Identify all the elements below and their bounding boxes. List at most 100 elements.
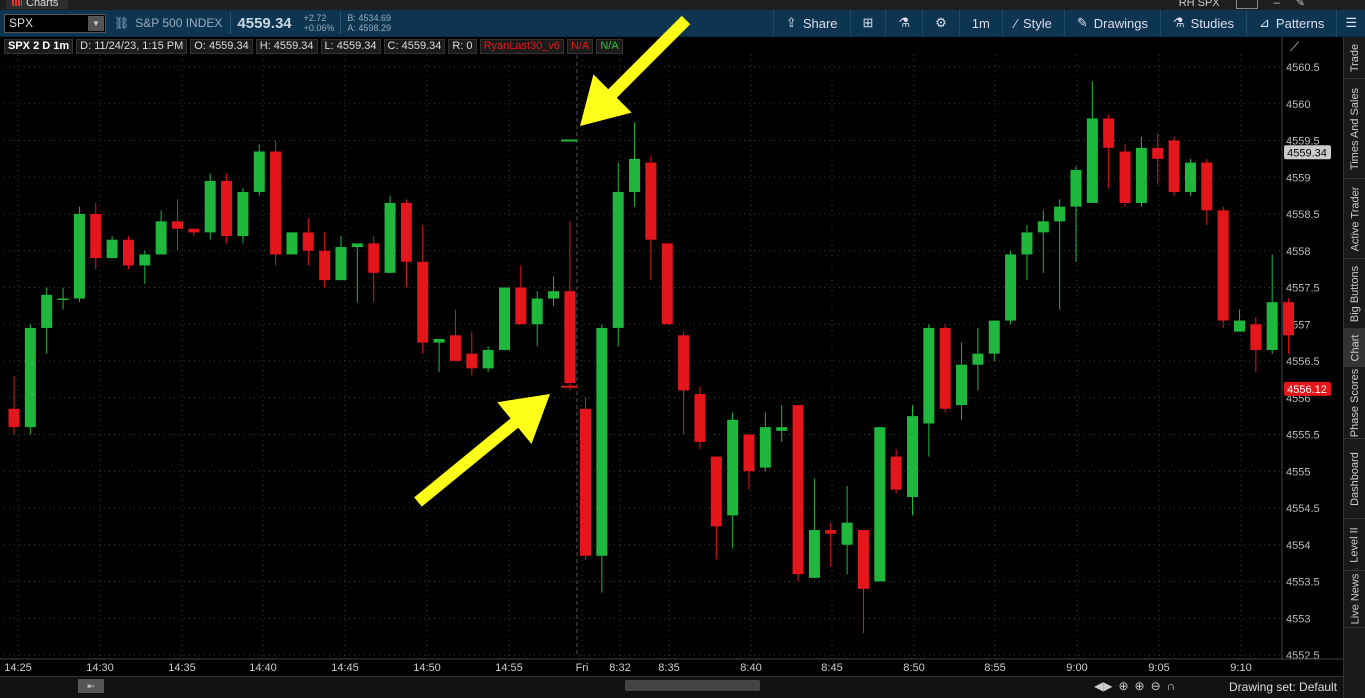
y-tick-label: 4553.5 <box>1286 577 1320 589</box>
candle-body <box>482 349 494 369</box>
candle-body <box>956 364 968 406</box>
candle-body <box>564 291 576 384</box>
y-tick-label: 4555.5 <box>1286 430 1320 442</box>
candle-body <box>1005 254 1017 321</box>
x-tick-label: 8:55 <box>984 662 1005 674</box>
scroll-to-start-button[interactable]: ⇤ <box>78 679 104 693</box>
candle-body <box>8 408 20 428</box>
x-tick-label: 14:50 <box>413 662 441 674</box>
tab-active-trader[interactable]: Active Trader <box>1344 179 1365 259</box>
chart-bottom-bar: ⇤ ◀▶ ⊕ ⊕ ⊖ ∩ Drawing set: Default <box>0 676 1343 698</box>
candle-body <box>57 298 69 301</box>
candle-body <box>907 416 918 497</box>
candle-body <box>792 405 804 575</box>
bar-range: R: 0 <box>448 38 477 54</box>
y-tick-label: 4558 <box>1286 246 1310 258</box>
bar-high: H: 4559.34 <box>255 38 318 54</box>
candle-body <box>694 394 706 442</box>
menu-icon: ☰ <box>1345 15 1357 30</box>
candle-body <box>1201 162 1213 211</box>
zoom-tools: ◀▶ ⊕ ⊕ ⊖ ∩ <box>1094 679 1175 693</box>
candle-body <box>1234 320 1245 332</box>
tab-label: Trade <box>1349 43 1362 72</box>
tab-live-news[interactable]: Live News <box>1344 571 1365 628</box>
study-name[interactable]: RyanLast30_v6 <box>479 38 565 54</box>
y-tick-label: 4557.5 <box>1286 283 1320 295</box>
candle-body <box>466 353 478 369</box>
tab-dashboard[interactable]: Dashboard <box>1344 439 1365 519</box>
study-value-1: N/A <box>567 38 594 54</box>
y-tick-label: 4559 <box>1286 172 1310 184</box>
candle-body <box>1217 210 1229 321</box>
candle-body <box>302 232 314 251</box>
candle-body <box>988 320 1000 354</box>
candle-body <box>531 298 543 325</box>
horizontal-scrollbar[interactable] <box>625 680 760 691</box>
y-tick-label: 4555 <box>1286 466 1310 478</box>
candle-body <box>499 287 510 350</box>
candle-body <box>727 419 739 516</box>
tab-trade[interactable]: Trade <box>1344 37 1365 79</box>
tab-chart[interactable]: Chart <box>1344 329 1365 367</box>
tab-label: Active Trader <box>1349 186 1361 251</box>
candle-body <box>319 250 331 281</box>
candle-body <box>1037 221 1049 233</box>
drawing-set-label[interactable]: Drawing set: Default <box>1229 680 1337 694</box>
candle-body <box>449 335 461 361</box>
tab-times-and-sales[interactable]: Times And Sales <box>1344 79 1365 179</box>
price-chart[interactable]: 4552.5 4553 4553.5 4554 4554.5 4555 4555.5 4556… <box>0 0 1343 676</box>
x-tick-label: 8:32 <box>609 662 630 674</box>
tab-label: Live News <box>1349 573 1361 625</box>
right-side-tabs: Trade Times And Sales Active Trader Big But… <box>1343 37 1365 698</box>
x-tick-label: Fri <box>576 662 589 674</box>
candle-body <box>270 151 282 255</box>
tab-phase-scores[interactable]: Phase Scores <box>1344 367 1365 439</box>
expand-icon[interactable]: ◀▶ <box>1094 679 1112 693</box>
tab-label: Level II <box>1349 526 1361 563</box>
candle-body <box>923 327 935 424</box>
candle-body <box>286 232 298 255</box>
y-tick-label: 4554 <box>1286 540 1310 552</box>
x-tick-label: 14:45 <box>331 662 359 674</box>
zoom-out-icon[interactable]: ⊖ <box>1151 679 1161 693</box>
candle-body <box>155 221 167 255</box>
candle-body <box>596 327 608 556</box>
magnet-icon[interactable]: ∩ <box>1167 679 1176 693</box>
x-tick-label: 14:55 <box>495 662 523 674</box>
candle-body <box>188 228 200 233</box>
candle-body <box>253 151 265 192</box>
candle-body <box>972 353 984 365</box>
candle-body <box>139 254 151 266</box>
chart-info-bar: SPX 2 D 1m D: 11/24/23, 1:15 PM O: 4559.… <box>4 38 623 54</box>
aggregation-label[interactable]: SPX 2 D 1m <box>4 38 74 54</box>
candle-body <box>874 427 886 582</box>
candle-body <box>41 294 53 328</box>
study-value-2: N/A <box>596 38 623 54</box>
candle-body <box>759 427 771 468</box>
candle-body <box>1021 232 1033 255</box>
marker-price-label: 4556.12 <box>1287 384 1327 396</box>
candle-body <box>1184 162 1196 192</box>
candle-body <box>710 456 722 527</box>
candle-body <box>1103 118 1115 148</box>
candle-body <box>1168 140 1180 192</box>
candle-body <box>368 243 380 273</box>
candle-body <box>548 291 560 299</box>
bar-close: C: 4559.34 <box>383 38 446 54</box>
candle-body <box>1266 302 1278 350</box>
tab-level-ii[interactable]: Level II <box>1344 519 1365 571</box>
candle-body <box>172 221 183 229</box>
y-tick-label: 4556.5 <box>1286 356 1320 368</box>
bar-open: O: 4559.34 <box>190 38 253 54</box>
candle-body <box>645 162 657 240</box>
crosshair-icon[interactable]: ⊕ <box>1118 679 1128 693</box>
x-tick-label: 14:40 <box>249 662 277 674</box>
current-price-label: 4559.34 <box>1287 147 1327 159</box>
tab-label: Big Buttons <box>1349 265 1362 322</box>
candle-body <box>890 456 902 490</box>
candle-body <box>1250 324 1262 350</box>
candle-body <box>1119 151 1131 203</box>
tab-big-buttons[interactable]: Big Buttons <box>1344 259 1365 329</box>
trendline-icon: ⟋ <box>1290 40 1300 55</box>
zoom-in-icon[interactable]: ⊕ <box>1135 679 1145 693</box>
